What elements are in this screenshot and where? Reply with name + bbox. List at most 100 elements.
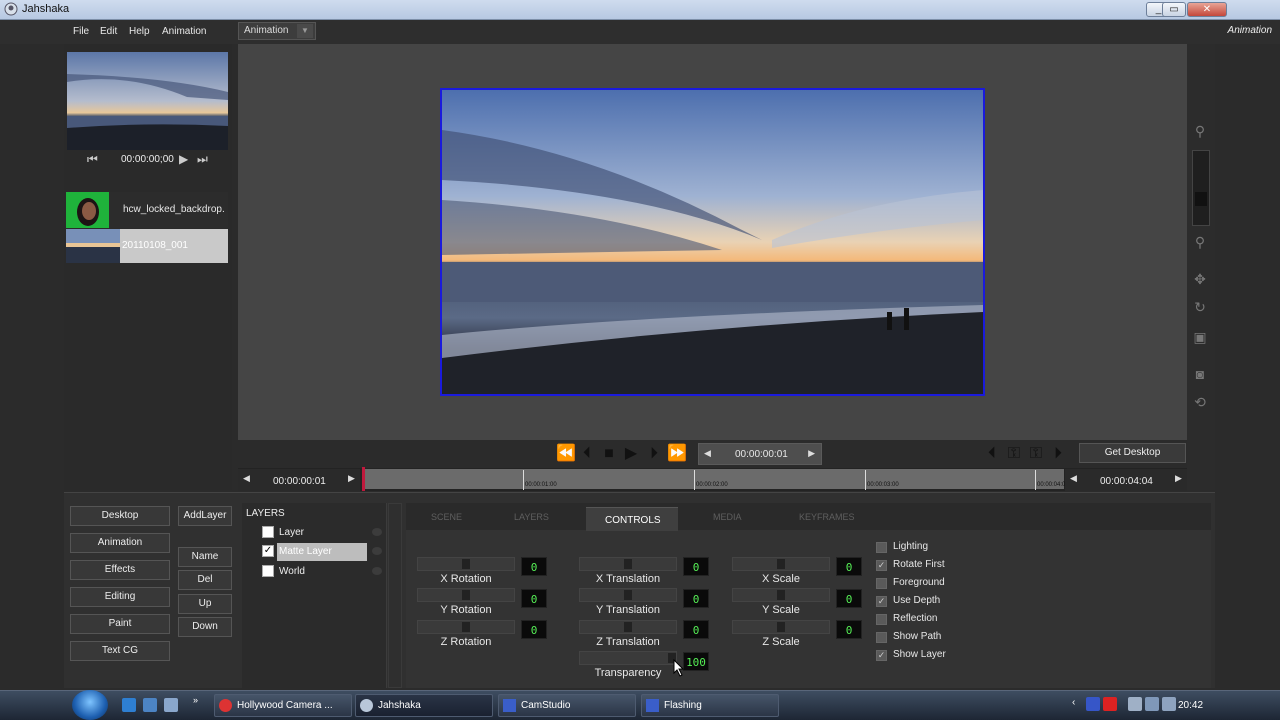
timeline-start-next-icon[interactable]: ▶ <box>348 473 355 484</box>
tray-app-icon[interactable] <box>1103 697 1117 711</box>
layer-checkbox[interactable]: ✓ <box>262 545 274 557</box>
x-scale-slider[interactable] <box>732 557 830 571</box>
tab-keyframes[interactable]: KEYFRAMES <box>799 512 855 522</box>
z-scale-value[interactable]: 0 <box>836 620 862 639</box>
z-translation-value[interactable]: 0 <box>683 620 709 639</box>
zoom-out-icon[interactable]: ⚲ <box>1191 233 1209 251</box>
layer-row[interactable]: Layer <box>262 524 382 542</box>
step-back-icon[interactable]: ⏴ <box>578 444 596 464</box>
paint-button[interactable]: Paint <box>70 614 170 634</box>
timeline-start-prev-icon[interactable]: ◀ <box>243 473 250 484</box>
camera-icon[interactable]: ◙ <box>1191 365 1209 383</box>
y-translation-slider[interactable] <box>579 588 677 602</box>
taskbar-item[interactable]: CamStudio <box>498 694 636 717</box>
text-cg-button[interactable]: Text CG <box>70 641 170 661</box>
taskbar-item[interactable]: Hollywood Camera ... <box>214 694 352 717</box>
option-checkbox[interactable] <box>876 578 887 589</box>
transparency-value[interactable]: 100 <box>683 652 709 671</box>
network-icon[interactable] <box>1145 697 1159 711</box>
prev-frame-arrow-icon[interactable]: ◀ <box>704 448 711 459</box>
option-checkbox[interactable]: ✓ <box>876 560 887 571</box>
layer-checkbox[interactable] <box>262 526 274 538</box>
name-button[interactable]: Name <box>178 547 232 567</box>
transport-timecode-box[interactable]: ◀ 00:00:00:01 ▶ <box>698 443 822 465</box>
slider-knob[interactable] <box>462 590 470 600</box>
step-forward-icon[interactable]: ⏵ <box>645 444 663 464</box>
slider-knob[interactable] <box>777 622 785 632</box>
clock[interactable]: 20:42 <box>1178 700 1203 711</box>
effects-button[interactable]: Effects <box>70 560 170 580</box>
eye-icon[interactable] <box>372 567 382 575</box>
skip-back-icon[interactable]: ⏮ <box>87 152 98 167</box>
slider-knob[interactable] <box>624 622 632 632</box>
show-desktop-icon[interactable] <box>143 698 157 712</box>
slider-knob[interactable] <box>624 559 632 569</box>
zoom-in-icon[interactable]: ⚲ <box>1191 122 1209 140</box>
x-scale-value[interactable]: 0 <box>836 557 862 576</box>
tray-expand-icon[interactable]: ‹ <box>1072 697 1075 708</box>
zoom-slider-handle[interactable] <box>1195 192 1207 206</box>
module-selector[interactable]: Animation ▼ <box>238 22 316 40</box>
x-rotation-slider[interactable] <box>417 557 515 571</box>
menu-file[interactable]: File <box>73 26 89 37</box>
editing-button[interactable]: Editing <box>70 587 170 607</box>
y-scale-value[interactable]: 0 <box>836 589 862 608</box>
option-checkbox[interactable]: ✓ <box>876 650 887 661</box>
tray-app-icon[interactable] <box>1086 697 1100 711</box>
frame-icon[interactable]: ▣ <box>1191 328 1209 346</box>
move-icon[interactable]: ✥ <box>1191 270 1209 288</box>
z-rotation-value[interactable]: 0 <box>521 620 547 639</box>
x-rotation-value[interactable]: 0 <box>521 557 547 576</box>
play-icon[interactable]: ▶ <box>622 444 640 464</box>
timeline-end-prev-icon[interactable]: ◀ <box>1070 473 1077 484</box>
skip-forward-icon[interactable]: ⏭ <box>197 152 208 167</box>
slider-knob[interactable] <box>462 559 470 569</box>
timeline-playhead[interactable] <box>362 467 365 491</box>
clip-item[interactable]: hcw_locked_backdrop. <box>66 192 228 228</box>
y-rotation-value[interactable]: 0 <box>521 589 547 608</box>
add-layer-button[interactable]: AddLayer <box>178 506 232 526</box>
option-checkbox[interactable]: ✓ <box>876 596 887 607</box>
chevron-right-icon[interactable]: » <box>193 695 198 705</box>
animation-button[interactable]: Animation <box>70 533 170 553</box>
option-checkbox[interactable] <box>876 632 887 643</box>
z-scale-slider[interactable] <box>732 620 830 634</box>
chevron-down-icon[interactable]: ▼ <box>297 24 313 38</box>
layer-checkbox[interactable] <box>262 565 274 577</box>
y-scale-slider[interactable] <box>732 588 830 602</box>
down-button[interactable]: Down <box>178 617 232 637</box>
tab-layers[interactable]: LAYERS <box>514 512 549 522</box>
option-checkbox[interactable] <box>876 614 887 625</box>
transparency-slider[interactable] <box>579 651 677 665</box>
play-icon[interactable]: ▶ <box>179 152 188 166</box>
layer-row[interactable]: World <box>262 563 382 581</box>
tab-media[interactable]: MEDIA <box>713 512 742 522</box>
y-rotation-slider[interactable] <box>417 588 515 602</box>
next-frame-arrow-icon[interactable]: ▶ <box>808 448 815 459</box>
delete-button[interactable]: Del <box>178 570 232 590</box>
eye-icon[interactable] <box>372 547 382 555</box>
layers-scrollbar[interactable] <box>388 503 402 688</box>
clip-item[interactable]: 20110108_001 <box>66 229 228 263</box>
next-keyframe-icon[interactable]: ⏵ <box>1049 444 1067 464</box>
menu-edit[interactable]: Edit <box>100 26 117 37</box>
get-desktop-button[interactable]: Get Desktop <box>1079 443 1186 463</box>
taskbar-item[interactable]: Flashing <box>641 694 779 717</box>
x-translation-value[interactable]: 0 <box>683 557 709 576</box>
taskbar-item[interactable]: Jahshaka <box>355 694 493 717</box>
start-button[interactable] <box>72 690 108 720</box>
up-button[interactable]: Up <box>178 594 232 614</box>
fast-forward-icon[interactable]: ⏩ <box>667 444 687 464</box>
volume-icon[interactable] <box>1162 697 1176 711</box>
close-button[interactable]: ✕ <box>1187 2 1227 17</box>
tab-scene[interactable]: SCENE <box>431 512 462 522</box>
reset-icon[interactable]: ⟲ <box>1191 393 1209 411</box>
x-translation-slider[interactable] <box>579 557 677 571</box>
option-checkbox[interactable] <box>876 542 887 553</box>
slider-knob[interactable] <box>462 622 470 632</box>
menu-help[interactable]: Help <box>129 26 150 37</box>
rewind-icon[interactable]: ⏪ <box>556 444 576 464</box>
stop-icon[interactable]: ■ <box>600 444 618 464</box>
maximize-button[interactable]: ▭ <box>1162 2 1186 17</box>
z-translation-slider[interactable] <box>579 620 677 634</box>
